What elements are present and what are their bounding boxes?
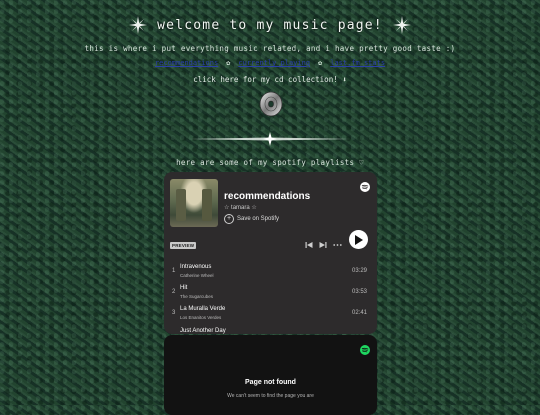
play-icon [355,234,363,245]
sparkle-icon [129,16,148,34]
playback-controls [305,241,342,249]
track-row[interactable]: 1 Intravenous Catherine Wheel 03:29 [164,262,377,283]
more-icon[interactable] [333,241,342,249]
track-name: Hit [180,285,188,291]
track-list: 1 Intravenous Catherine Wheel 03:29 2 Hi… [164,262,377,334]
playlist-owner[interactable]: ☆ tamara ☆ [224,204,257,211]
link-currently-playing[interactable]: currently playing [238,59,310,67]
track-duration: 03:29 [351,268,367,274]
spotify-logo-icon[interactable] [360,179,370,192]
track-name: Intravenous [180,264,212,270]
spotify-logo-icon[interactable] [360,342,370,355]
play-button[interactable] [349,230,368,249]
track-duration: 03:53 [351,289,367,295]
track-name: Just Another Day [180,328,226,334]
track-number: 3 [172,310,176,316]
playlists-heading: here are some of my spotify playlists ♡ [176,158,364,167]
track-row[interactable]: 2 Hit The Sugarcubes 03:53 [164,283,377,304]
playlist-cover-image[interactable] [170,179,218,227]
link-separator: ✿ [226,59,231,67]
previous-icon[interactable] [305,241,313,249]
track-duration: 02:41 [351,310,367,316]
cd-collection-link[interactable]: click here for my cd collection! ⬇ [0,75,540,84]
link-separator: ✿ [318,59,323,67]
sparkle-icon [392,16,411,34]
track-row[interactable]: Just Another Day [164,325,377,334]
track-number: 2 [172,289,176,295]
nav-links: recommendations ✿ currently playing ✿ la… [0,59,540,67]
track-artist[interactable]: Los Enanitos Verdes [180,315,221,320]
spotify-playlist-embed[interactable]: recommendations ☆ tamara ☆ + Save on Spo… [164,172,377,334]
plus-circle-icon: + [224,214,234,224]
track-name: La Muralla Verde [180,306,226,312]
next-icon[interactable] [319,241,327,249]
title-row: welcome to my music page! [0,12,540,38]
save-on-spotify-button[interactable]: + Save on Spotify [224,214,279,224]
playlist-title[interactable]: recommendations [224,191,310,202]
spotify-error-embed: Page not found We can't seem to find the… [164,335,377,415]
track-number: 1 [172,268,176,274]
sparkle-divider [190,131,350,146]
page-title: welcome to my music page! [157,17,383,33]
link-recommendations[interactable]: recommendations [155,59,218,67]
link-lastfm-stats[interactable]: last.fm stats [330,59,385,67]
track-artist[interactable]: Catherine Wheel [180,273,214,278]
cd-icon[interactable] [259,91,283,117]
save-label: Save on Spotify [237,216,280,222]
page-subtitle: this is where i put everything music rel… [84,44,456,53]
track-artist[interactable]: The Sugarcubes [180,294,213,299]
track-row[interactable]: 3 La Muralla Verde Los Enanitos Verdes 0… [164,304,377,325]
preview-badge: PREVIEW [170,242,197,249]
error-title: Page not found [245,379,296,386]
error-subtitle: We can't seem to find the page you are [227,393,314,399]
